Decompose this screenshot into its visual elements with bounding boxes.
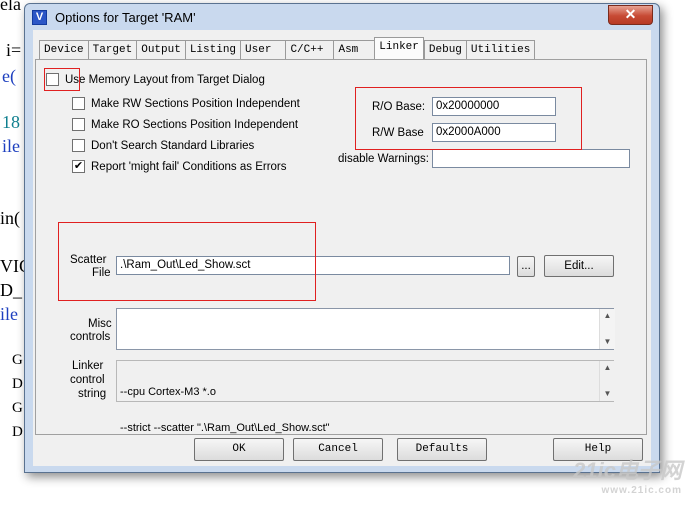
bg-text: in(	[0, 208, 20, 228]
bg-text: i=	[6, 40, 22, 60]
tab-listing[interactable]: Listing	[184, 40, 241, 61]
watermark-text: 21ic电子网	[573, 458, 682, 483]
linker-string-label: Linker	[72, 360, 104, 372]
cancel-button[interactable]: Cancel	[293, 438, 383, 461]
disable-warnings-label: disable Warnings:	[338, 153, 429, 165]
tab-output[interactable]: Output	[136, 40, 185, 61]
defaults-button[interactable]: Defaults	[397, 438, 487, 461]
highlight-box	[44, 68, 80, 91]
tab-debug[interactable]: Debug	[423, 40, 466, 61]
scroll-up-icon[interactable]: ▲	[600, 361, 615, 375]
no-std-libs-checkbox[interactable]: Don't Search Standard Libraries	[72, 139, 254, 152]
disable-warnings-input[interactable]	[432, 149, 630, 168]
linker-panel: Use Memory Layout from Target Dialog Mak…	[35, 59, 647, 435]
tab-asm[interactable]: Asm	[333, 40, 375, 61]
edit-button[interactable]: Edit...	[544, 255, 614, 277]
bg-text: e(	[2, 66, 16, 86]
site-watermark: 21ic电子网 www.21ic.com	[573, 453, 682, 496]
checkbox-box	[72, 97, 85, 110]
scroll-down-icon[interactable]: ▼	[600, 335, 615, 349]
close-button[interactable]: ✕	[608, 5, 653, 25]
scroll-up-icon[interactable]: ▲	[600, 309, 615, 323]
tab-utilities[interactable]: Utilities	[465, 40, 536, 61]
bg-text: ile	[0, 304, 18, 324]
check-mark-icon: ✔	[72, 160, 85, 173]
bg-text: ile	[2, 136, 20, 156]
browse-button[interactable]: ...	[517, 256, 535, 277]
misc-label: Misc	[88, 318, 112, 330]
title-bar[interactable]: V Options for Target 'RAM' ✕	[25, 4, 659, 30]
tab-strip: Device Target Output Listing User C/C++ …	[39, 37, 536, 61]
misc-scrollbar[interactable]: ▲ ▼	[599, 309, 615, 349]
bg-text: D	[12, 424, 23, 440]
checkbox-label: Use Memory Layout from Target Dialog	[65, 73, 265, 86]
scroll-down-icon[interactable]: ▼	[600, 387, 615, 401]
checkbox-label: Make RO Sections Position Independent	[91, 118, 299, 131]
tab-user[interactable]: User	[240, 40, 286, 61]
tab-target[interactable]: Target	[87, 40, 137, 61]
options-dialog: V Options for Target 'RAM' ✕ Device Targ…	[24, 3, 660, 473]
bg-text: G	[12, 400, 23, 416]
bg-text: D	[12, 376, 23, 392]
control-string-line: --strict --scatter ".\Ram_Out\Led_Show.s…	[120, 422, 330, 434]
watermark-url: www.21ic.com	[601, 485, 682, 496]
checkbox-box	[72, 139, 85, 152]
string-scrollbar[interactable]: ▲ ▼	[599, 361, 615, 401]
misc-label: controls	[70, 331, 111, 343]
linker-string-label: string	[78, 388, 107, 400]
tab-cpp[interactable]: C/C++	[285, 40, 334, 61]
bg-text: ela	[0, 0, 21, 14]
rw-independent-checkbox[interactable]: Make RW Sections Position Independent	[72, 97, 300, 110]
highlight-box	[58, 222, 316, 301]
misc-controls-textarea[interactable]	[116, 308, 614, 350]
ro-independent-checkbox[interactable]: Make RO Sections Position Independent	[72, 118, 298, 131]
tab-device[interactable]: Device	[39, 40, 88, 61]
dialog-client: Device Target Output Listing User C/C++ …	[33, 30, 651, 466]
linker-string-label: control	[70, 374, 105, 386]
bg-text: 18	[2, 112, 20, 132]
linker-control-string: --cpu Cortex-M3 *.o --strict --scatter "…	[116, 360, 614, 434]
bg-text: D_	[0, 280, 22, 300]
checkbox-box	[72, 118, 85, 131]
highlight-box	[355, 87, 582, 150]
control-string-line: --cpu Cortex-M3 *.o	[120, 386, 216, 398]
checkbox-label: Don't Search Standard Libraries	[91, 139, 255, 152]
window-title: Options for Target 'RAM'	[55, 10, 196, 25]
tab-linker[interactable]: Linker	[374, 37, 424, 61]
checkbox-label: Report 'might fail' Conditions as Errors	[91, 160, 287, 173]
checkbox-label: Make RW Sections Position Independent	[91, 97, 300, 110]
keil-app-icon: V	[32, 10, 47, 25]
might-fail-checkbox[interactable]: ✔ Report 'might fail' Conditions as Erro…	[72, 160, 287, 173]
ok-button[interactable]: OK	[194, 438, 284, 461]
bg-text: G	[12, 352, 23, 368]
